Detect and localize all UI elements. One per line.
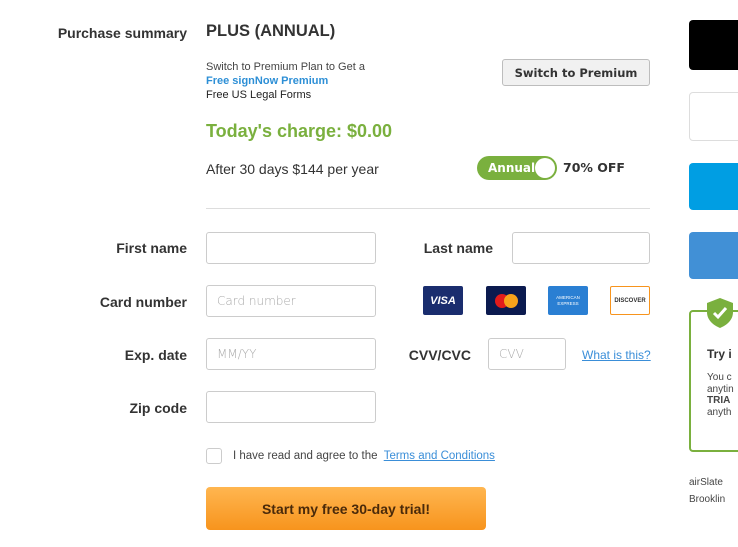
visa-icon: VISA [423,286,463,315]
trial-line: anytin [707,383,734,395]
discover-icon: DISCOVER [610,286,650,315]
switch-to-premium-button[interactable]: Switch to Premium [502,59,650,86]
promo-line: Free US Legal Forms [206,89,312,101]
terms-text: I have read and agree to the Terms and C… [233,450,495,462]
card-number-label: Card number [99,294,187,310]
trial-line: You c [707,372,732,383]
card-number-input[interactable] [206,285,376,317]
promo-text: Switch to Premium Plan to Get a Free sig… [206,60,365,102]
first-name-label: First name [116,240,187,256]
amex-text: AMERICAN EXPRESS [556,294,580,306]
trial-info-box: Try i You c anytin TRIA anyth [689,298,738,452]
todays-charge: Today's charge: $0.00 [206,121,393,141]
company-name: airSlate [689,477,723,488]
divider [206,208,650,209]
last-name-input[interactable] [512,232,650,264]
terms-checkbox[interactable] [206,448,222,464]
agree-text: I have read and agree to the [233,450,378,462]
trial-line: TRIA [707,395,731,406]
trial-text: You c anytin TRIA anyth [707,372,734,418]
visa-text: VISA [430,294,456,307]
amex-icon: AMERICAN EXPRESS [548,286,588,315]
pay-button-black[interactable] [689,20,738,70]
pay-button-blue[interactable] [689,163,738,210]
pay-button-lightblue[interactable] [689,232,738,279]
trial-line: anyth [707,406,732,418]
discount-badge: 70% OFF [563,160,625,175]
zip-code-input[interactable] [206,391,376,423]
first-name-input[interactable] [206,232,376,264]
discover-text: DISCOVER [614,297,646,304]
company-address: airSlate Brooklin [689,474,725,508]
trial-title: Try i [707,347,732,361]
free-signnow-link[interactable]: Free signNow Premium [206,74,365,88]
pay-button-white[interactable] [689,92,738,141]
zip-code-label: Zip code [129,400,187,416]
company-city: Brooklin [689,494,726,505]
exp-date-input[interactable] [206,338,376,370]
plan-name: PLUS (ANNUAL) [206,22,336,40]
purchase-summary-label: Purchase summary [57,25,187,41]
promo-line: Switch to Premium Plan to Get a [206,61,365,73]
toggle-knob [535,158,555,178]
what-is-this-link[interactable]: What is this? [582,348,651,362]
start-trial-button[interactable]: Start my free 30-day trial! [206,487,486,530]
shield-check-icon [707,298,733,328]
terms-link[interactable]: Terms and Conditions [384,450,495,462]
mastercard-icon [486,286,526,315]
last-name-label: Last name [423,240,493,256]
toggle-label: Annual [488,161,536,175]
billing-toggle[interactable]: Annual [477,156,557,180]
exp-date-label: Exp. date [124,347,187,363]
cvv-label: CVV/CVC [408,347,471,363]
after-trial-price: After 30 days $144 per year [206,161,379,177]
cvv-input[interactable] [488,338,566,370]
